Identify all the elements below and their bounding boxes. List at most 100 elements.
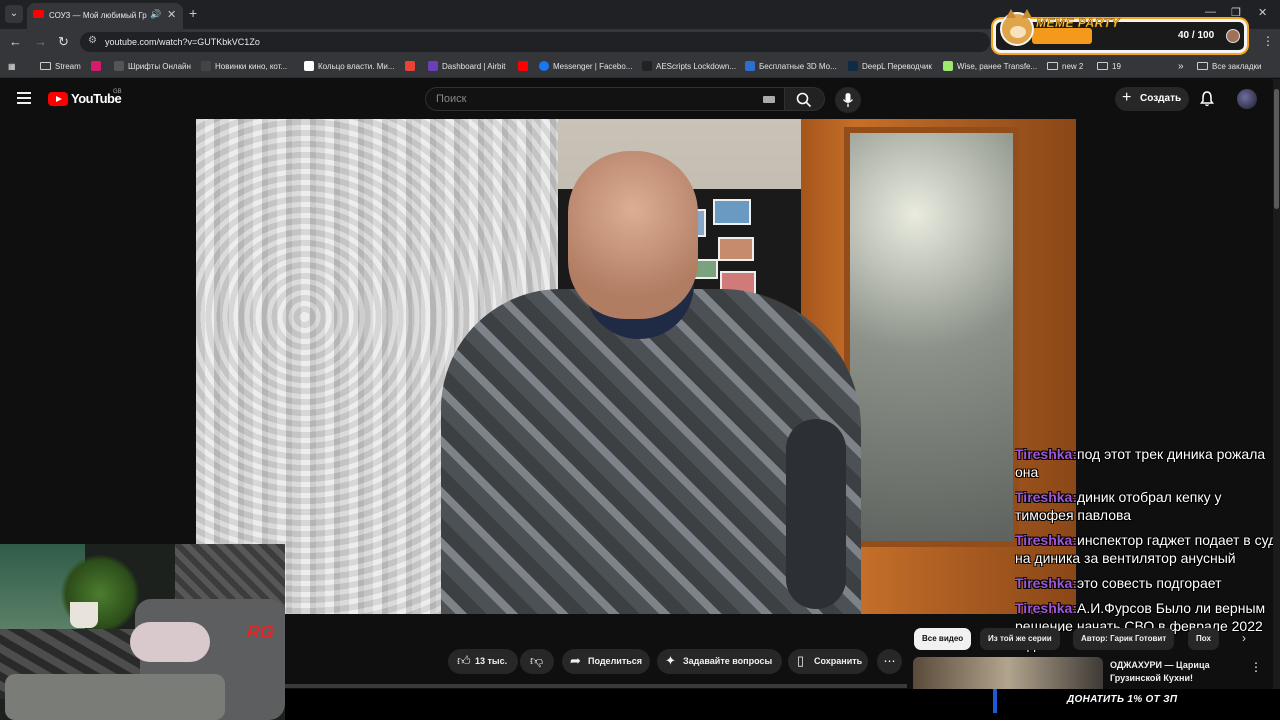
donate-banner: ДОНАТИТЬ 1% ОТ ЗП [285, 689, 1280, 720]
scrollbar-thumb[interactable] [1274, 89, 1279, 209]
doge-icon [1000, 9, 1034, 46]
dislike-button[interactable]: 👎︎ [520, 649, 554, 674]
thumbs-down-icon: 👎︎ [530, 653, 544, 668]
save-button[interactable]: ▯ Сохранить [788, 649, 868, 674]
chevron-right-icon[interactable]: › [1242, 631, 1246, 645]
meme-party-title: MEME PARTY [1036, 16, 1120, 31]
restore-icon[interactable]: ❐ [1231, 6, 1241, 19]
chip-all-videos[interactable]: Все видео [914, 628, 972, 650]
video-menu-icon[interactable]: ⋮ [1250, 660, 1262, 674]
ask-questions-button[interactable]: ✦ Задавайте вопросы [657, 649, 782, 674]
video-person-sleeve [786, 419, 846, 609]
donate-marker [993, 689, 997, 713]
plus-icon: + [1122, 89, 1132, 106]
bookmarks-overflow-icon[interactable]: » [1178, 60, 1184, 73]
bookmark-item[interactable]: Бесплатные 3D Мо... [745, 60, 837, 73]
bookmark-item[interactable]: Messenger | Facebo... [539, 60, 632, 73]
meme-progress-bar [1032, 28, 1092, 44]
chip-author[interactable]: Автор: Гарик Готовит [1073, 628, 1175, 650]
meme-party-widget: MEME PARTY 40 / 100 [993, 9, 1247, 53]
r-icon [304, 61, 314, 71]
bookmark-item[interactable] [91, 60, 105, 73]
close-window-icon[interactable]: ✕ [1258, 6, 1267, 19]
film-icon [201, 61, 211, 71]
bookmark-icon: ▯ [797, 653, 805, 668]
bookmark-item[interactable]: DeepL Переводчик [848, 60, 932, 73]
bookmark-item[interactable] [405, 60, 419, 73]
bookmark-item[interactable]: Кольцо власти. Ми... [304, 60, 395, 73]
share-icon: ➦ [570, 653, 581, 668]
more-actions-icon[interactable]: ⋯ [877, 649, 902, 674]
search-button[interactable] [785, 87, 825, 111]
gmail-icon [405, 61, 415, 71]
menu-icon[interactable] [17, 92, 31, 104]
related-filter-chips: Все видео Из той же серии Автор: Гарик Г… [912, 628, 1257, 652]
new-tab-button[interactable]: + [189, 5, 197, 21]
voice-search-button[interactable] [835, 87, 861, 113]
tab-list-button[interactable]: ⌄ [5, 5, 23, 23]
bookmark-item[interactable]: 19 [1097, 60, 1121, 73]
3d-icon [745, 61, 755, 71]
back-icon[interactable]: ← [9, 34, 22, 49]
like-count: 13 тыс. [475, 656, 508, 666]
notifications-bell-icon[interactable] [1200, 91, 1214, 107]
video-player[interactable] [196, 119, 1076, 614]
bookmark-item[interactable]: Stream [40, 60, 81, 73]
user-avatar[interactable] [1237, 89, 1257, 109]
bookmarks-bar: ▦ Stream Шрифты Онлайн Новинки кино, кот… [0, 55, 1280, 78]
region-code: GB [113, 89, 122, 95]
reload-icon[interactable]: ↻ [58, 34, 69, 50]
minimize-icon[interactable]: — [1205, 6, 1216, 18]
folder-icon [1097, 62, 1108, 70]
chip-similar[interactable]: Пох [1188, 628, 1219, 650]
recommended-title[interactable]: ОДЖАХУРИ — Царица Грузинской Кухни! [1110, 659, 1240, 685]
deepl-icon [848, 61, 858, 71]
all-bookmarks[interactable]: Все закладки [1197, 60, 1261, 73]
chip-same-series[interactable]: Из той же серии [980, 628, 1060, 650]
chat-message: Tireshka:диник отобрал кепку у тимофея п… [1015, 489, 1222, 523]
tab-title: СОУЗ — Мой любимый Гр [49, 11, 147, 20]
close-tab-icon[interactable]: ✕ [167, 8, 176, 21]
bookmark-item[interactable]: Dashboard | Airbit [428, 60, 505, 73]
youtube-header: YouTube GB Поиск + Создать [0, 79, 1280, 119]
facebook-icon [539, 61, 549, 71]
chat-message: Tireshka:это совесть подгорает [1015, 575, 1222, 591]
page-scrollbar[interactable] [1273, 79, 1280, 689]
youtube-logo-icon[interactable] [48, 92, 68, 106]
forward-icon[interactable]: → [34, 34, 47, 49]
video-door-glass [844, 127, 1019, 547]
url-text: youtube.com/watch?v=GUTKbkVC1Zo [105, 37, 260, 47]
active-tab[interactable]: СОУЗ — Мой любимый Гр 🔊 ✕ [27, 3, 183, 29]
bookmark-item[interactable]: new 2 [1047, 60, 1083, 73]
address-bar[interactable]: ⚙ youtube.com/watch?v=GUTKbkVC1Zo [80, 32, 990, 52]
share-button[interactable]: ➦ Поделиться [562, 649, 650, 674]
donate-text: ДОНАТИТЬ 1% ОТ ЗП [1067, 694, 1178, 705]
coin-icon [1226, 29, 1240, 43]
folder-icon [40, 62, 51, 70]
microphone-icon [842, 93, 854, 107]
font-icon [114, 61, 124, 71]
speaker-icon[interactable]: 🔊 [150, 9, 161, 20]
folder-icon [1047, 62, 1058, 70]
youtube-icon [518, 61, 528, 71]
description-divider [285, 684, 907, 688]
bookmark-item[interactable]: Новинки кино, кот... [201, 60, 287, 73]
wise-icon [943, 61, 953, 71]
apps-icon[interactable]: ▦ [8, 60, 16, 73]
bookmark-item[interactable]: AEScripts Lockdown... [642, 60, 736, 73]
site-info-icon[interactable]: ⚙ [88, 35, 97, 46]
bookmark-item[interactable]: Шрифты Онлайн [114, 60, 191, 73]
bookmark-item[interactable] [518, 60, 532, 73]
video-actions-bar: 👍︎ 13 тыс. 👎︎ ➦ Поделиться ✦ Задавайте в… [285, 614, 917, 689]
search-input[interactable]: Поиск [425, 87, 785, 111]
aescripts-icon [642, 61, 652, 71]
search-icon [796, 92, 812, 108]
create-button[interactable]: + Создать [1115, 87, 1189, 111]
bookmark-item[interactable]: Wise, ранее Transfe... [943, 60, 1037, 73]
browser-menu-icon[interactable]: ⋮ [1262, 34, 1274, 48]
like-button[interactable]: 👍︎ 13 тыс. [448, 649, 518, 674]
video-person-head [568, 151, 698, 319]
folder-icon [1197, 62, 1208, 70]
youtube-favicon-icon [33, 10, 44, 18]
keyboard-icon[interactable] [763, 96, 775, 103]
